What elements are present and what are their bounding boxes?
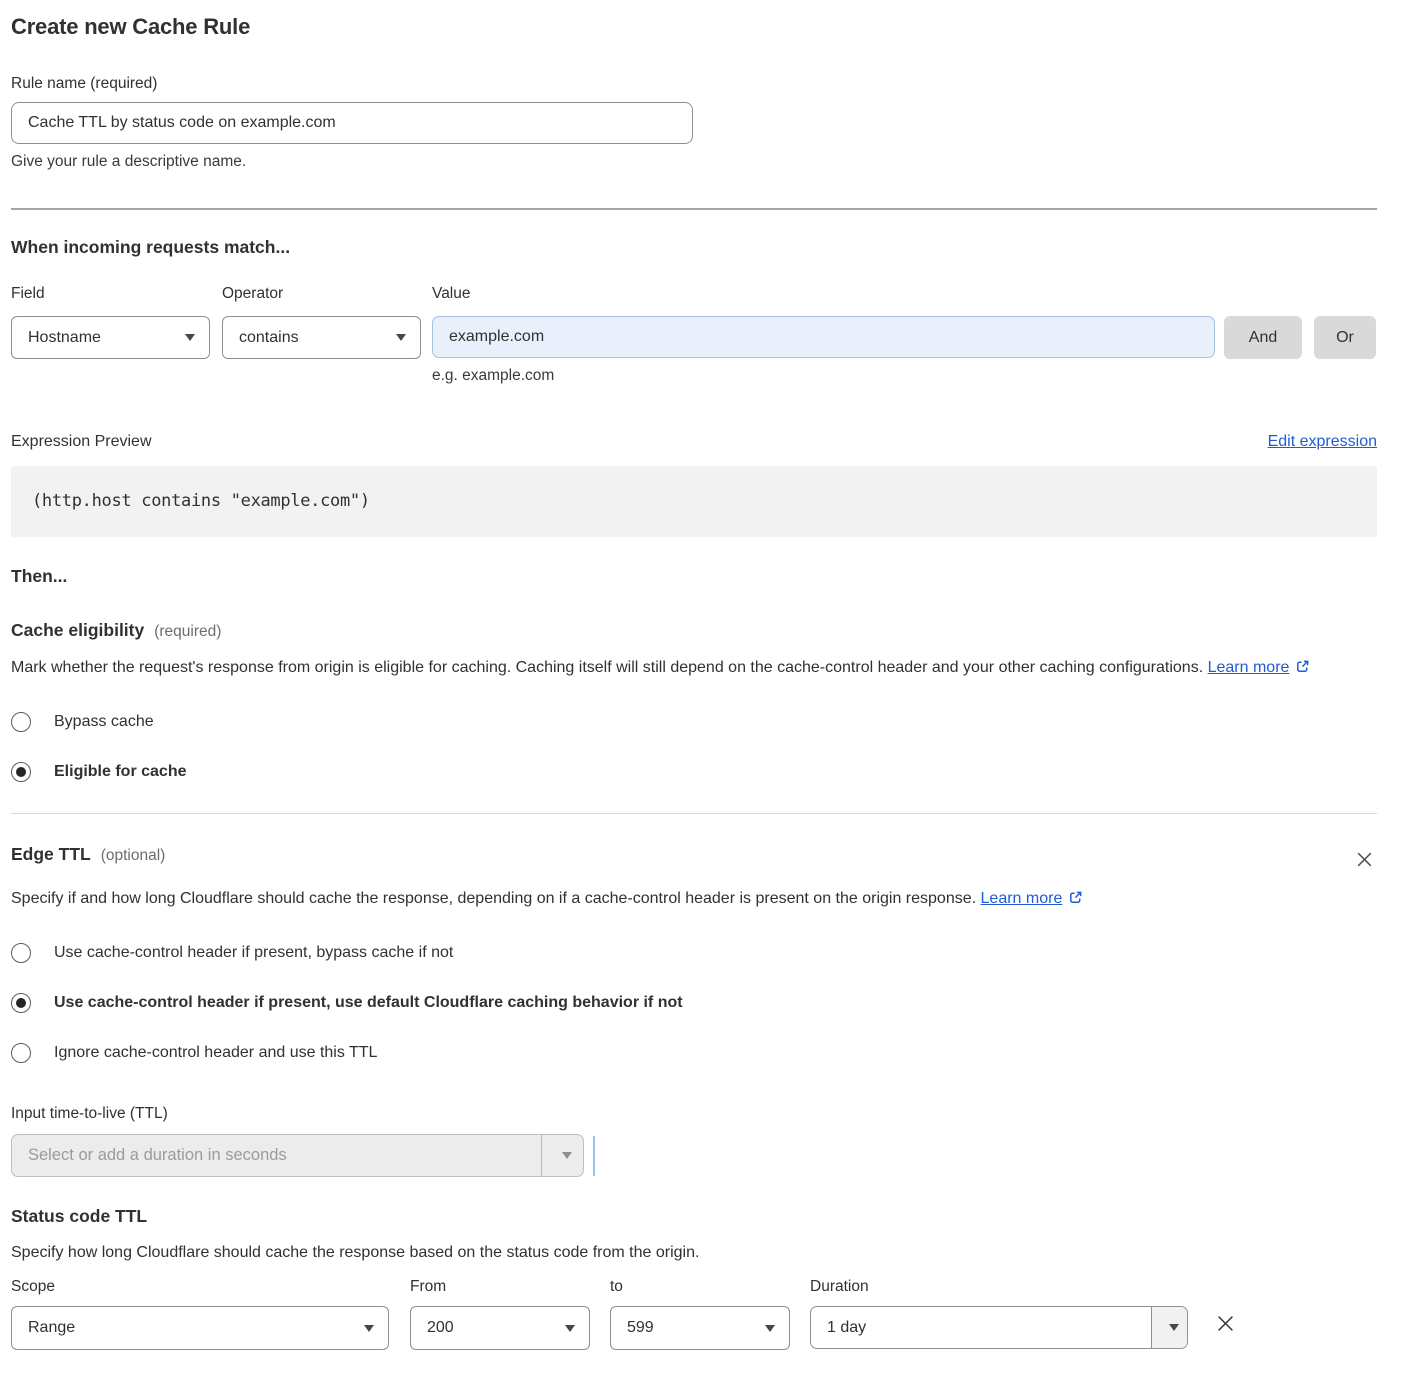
from-select-value: 200 [427, 1319, 454, 1337]
field-column: Field Hostname [11, 285, 210, 359]
from-label: From [410, 1278, 590, 1296]
field-select[interactable]: Hostname [11, 316, 210, 359]
radio-icon[interactable] [11, 762, 31, 782]
edit-expression-link[interactable]: Edit expression [1268, 433, 1377, 451]
duration-select-value: 1 day [811, 1307, 1151, 1348]
status-code-ttl-heading: Status code TTL [11, 1206, 1377, 1227]
duration-label: Duration [810, 1278, 1188, 1296]
radio-option-use-header-bypass[interactable]: Use cache-control header if present, byp… [11, 943, 1377, 963]
radio-icon[interactable] [11, 712, 31, 732]
and-button[interactable]: And [1224, 316, 1302, 359]
chevron-down-icon [185, 334, 195, 341]
or-button[interactable]: Or [1314, 316, 1376, 359]
chevron-down-icon [765, 1325, 775, 1332]
scope-label: Scope [11, 1278, 389, 1296]
optional-note: (optional) [101, 847, 166, 865]
edge-ttl-header: Edge TTL (optional) [11, 844, 1377, 872]
match-condition-row: Field Hostname Operator contains Value e… [11, 285, 1377, 385]
cache-eligibility-learn-more-link[interactable]: Learn more [1208, 659, 1290, 676]
create-cache-rule-page: Create new Cache Rule Rule name (require… [0, 0, 1412, 1380]
operator-column: Operator contains [222, 285, 421, 359]
or-column: Or [1314, 285, 1376, 359]
external-link-icon [1295, 659, 1310, 674]
ttl-dropdown-button[interactable] [541, 1135, 583, 1176]
required-note: (required) [154, 623, 221, 641]
operator-select-value: contains [239, 329, 299, 347]
cache-eligibility-description-text: Mark whether the request's response from… [11, 659, 1203, 676]
edge-ttl-close-button[interactable] [1352, 847, 1377, 872]
operator-label: Operator [222, 285, 421, 303]
from-select[interactable]: 200 [410, 1306, 590, 1350]
edge-ttl-description: Specify if and how long Cloudflare shoul… [11, 885, 1116, 913]
value-column: Value e.g. example.com [432, 285, 1215, 385]
scope-column: Scope Range [11, 1278, 389, 1350]
chevron-down-icon [1169, 1324, 1179, 1331]
chevron-down-icon [562, 1152, 572, 1159]
to-label: to [610, 1278, 790, 1296]
close-icon [1214, 1312, 1237, 1335]
radio-icon[interactable] [11, 1043, 31, 1063]
ttl-duration-placeholder: Select or add a duration in seconds [12, 1135, 541, 1176]
radio-label: Eligible for cache [54, 763, 186, 781]
radio-option-use-header-default[interactable]: Use cache-control header if present, use… [11, 993, 1377, 1013]
remove-status-code-rule-button[interactable] [1212, 1310, 1239, 1337]
external-link-icon [1068, 890, 1083, 905]
expression-preview-label: Expression Preview [11, 433, 152, 451]
duration-dropdown-button[interactable] [1151, 1307, 1187, 1348]
rule-name-input[interactable] [11, 102, 693, 144]
field-label: Field [11, 285, 210, 303]
edge-ttl-description-text: Specify if and how long Cloudflare shoul… [11, 890, 976, 907]
section-divider [11, 813, 1377, 814]
field-select-value: Hostname [28, 329, 101, 347]
radio-label: Use cache-control header if present, byp… [54, 944, 453, 962]
and-column: And [1224, 285, 1314, 359]
duration-select[interactable]: 1 day [810, 1306, 1188, 1349]
text-cursor [593, 1136, 595, 1176]
operator-select[interactable]: contains [222, 316, 421, 359]
rule-name-help: Give your rule a descriptive name. [11, 153, 1377, 171]
ttl-duration-select[interactable]: Select or add a duration in seconds [11, 1134, 584, 1177]
radio-label: Use cache-control header if present, use… [54, 994, 683, 1012]
status-code-ttl-description: Specify how long Cloudflare should cache… [11, 1239, 1377, 1267]
to-column: to 599 [610, 1278, 790, 1350]
scope-select-value: Range [28, 1319, 75, 1337]
radio-label: Ignore cache-control header and use this… [54, 1044, 377, 1062]
radio-icon[interactable] [11, 993, 31, 1013]
scope-select[interactable]: Range [11, 1306, 389, 1350]
radio-icon[interactable] [11, 943, 31, 963]
edge-ttl-learn-more-link[interactable]: Learn more [981, 890, 1063, 907]
radio-option-eligible-for-cache[interactable]: Eligible for cache [11, 762, 1377, 782]
expression-preview-box: (http.host contains "example.com") [11, 466, 1377, 537]
section-divider [11, 208, 1377, 210]
duration-column: Duration 1 day [810, 1278, 1188, 1349]
value-label: Value [432, 285, 1215, 303]
chevron-down-icon [565, 1325, 575, 1332]
cache-eligibility-heading: Cache eligibility [11, 620, 144, 641]
status-code-ttl-row: Scope Range From 200 to 599 Duration 1 d… [11, 1278, 1377, 1350]
expression-preview-header: Expression Preview Edit expression [11, 433, 1377, 451]
rule-name-label: Rule name (required) [11, 75, 1377, 93]
chevron-down-icon [396, 334, 406, 341]
to-select[interactable]: 599 [610, 1306, 790, 1350]
ttl-input-row: Select or add a duration in seconds [11, 1134, 1377, 1177]
from-column: From 200 [410, 1278, 590, 1350]
cache-eligibility-header: Cache eligibility (required) [11, 620, 1377, 641]
value-input[interactable] [432, 316, 1215, 358]
cache-eligibility-description: Mark whether the request's response from… [11, 654, 1356, 682]
close-icon [1354, 849, 1375, 870]
expression-code: (http.host contains "example.com") [32, 491, 370, 511]
radio-option-bypass-cache[interactable]: Bypass cache [11, 712, 1377, 732]
chevron-down-icon [364, 1325, 374, 1332]
page-title: Create new Cache Rule [11, 14, 1377, 40]
to-select-value: 599 [627, 1319, 654, 1337]
ttl-input-label: Input time-to-live (TTL) [11, 1105, 1377, 1123]
match-heading: When incoming requests match... [11, 237, 1377, 258]
value-help: e.g. example.com [432, 367, 1215, 385]
then-heading: Then... [11, 566, 1377, 587]
radio-label: Bypass cache [54, 713, 154, 731]
edge-ttl-heading-group: Edge TTL (optional) [11, 844, 165, 865]
rule-name-group: Rule name (required) Give your rule a de… [11, 75, 1377, 171]
edge-ttl-heading: Edge TTL [11, 844, 91, 865]
radio-option-ignore-header[interactable]: Ignore cache-control header and use this… [11, 1043, 1377, 1063]
